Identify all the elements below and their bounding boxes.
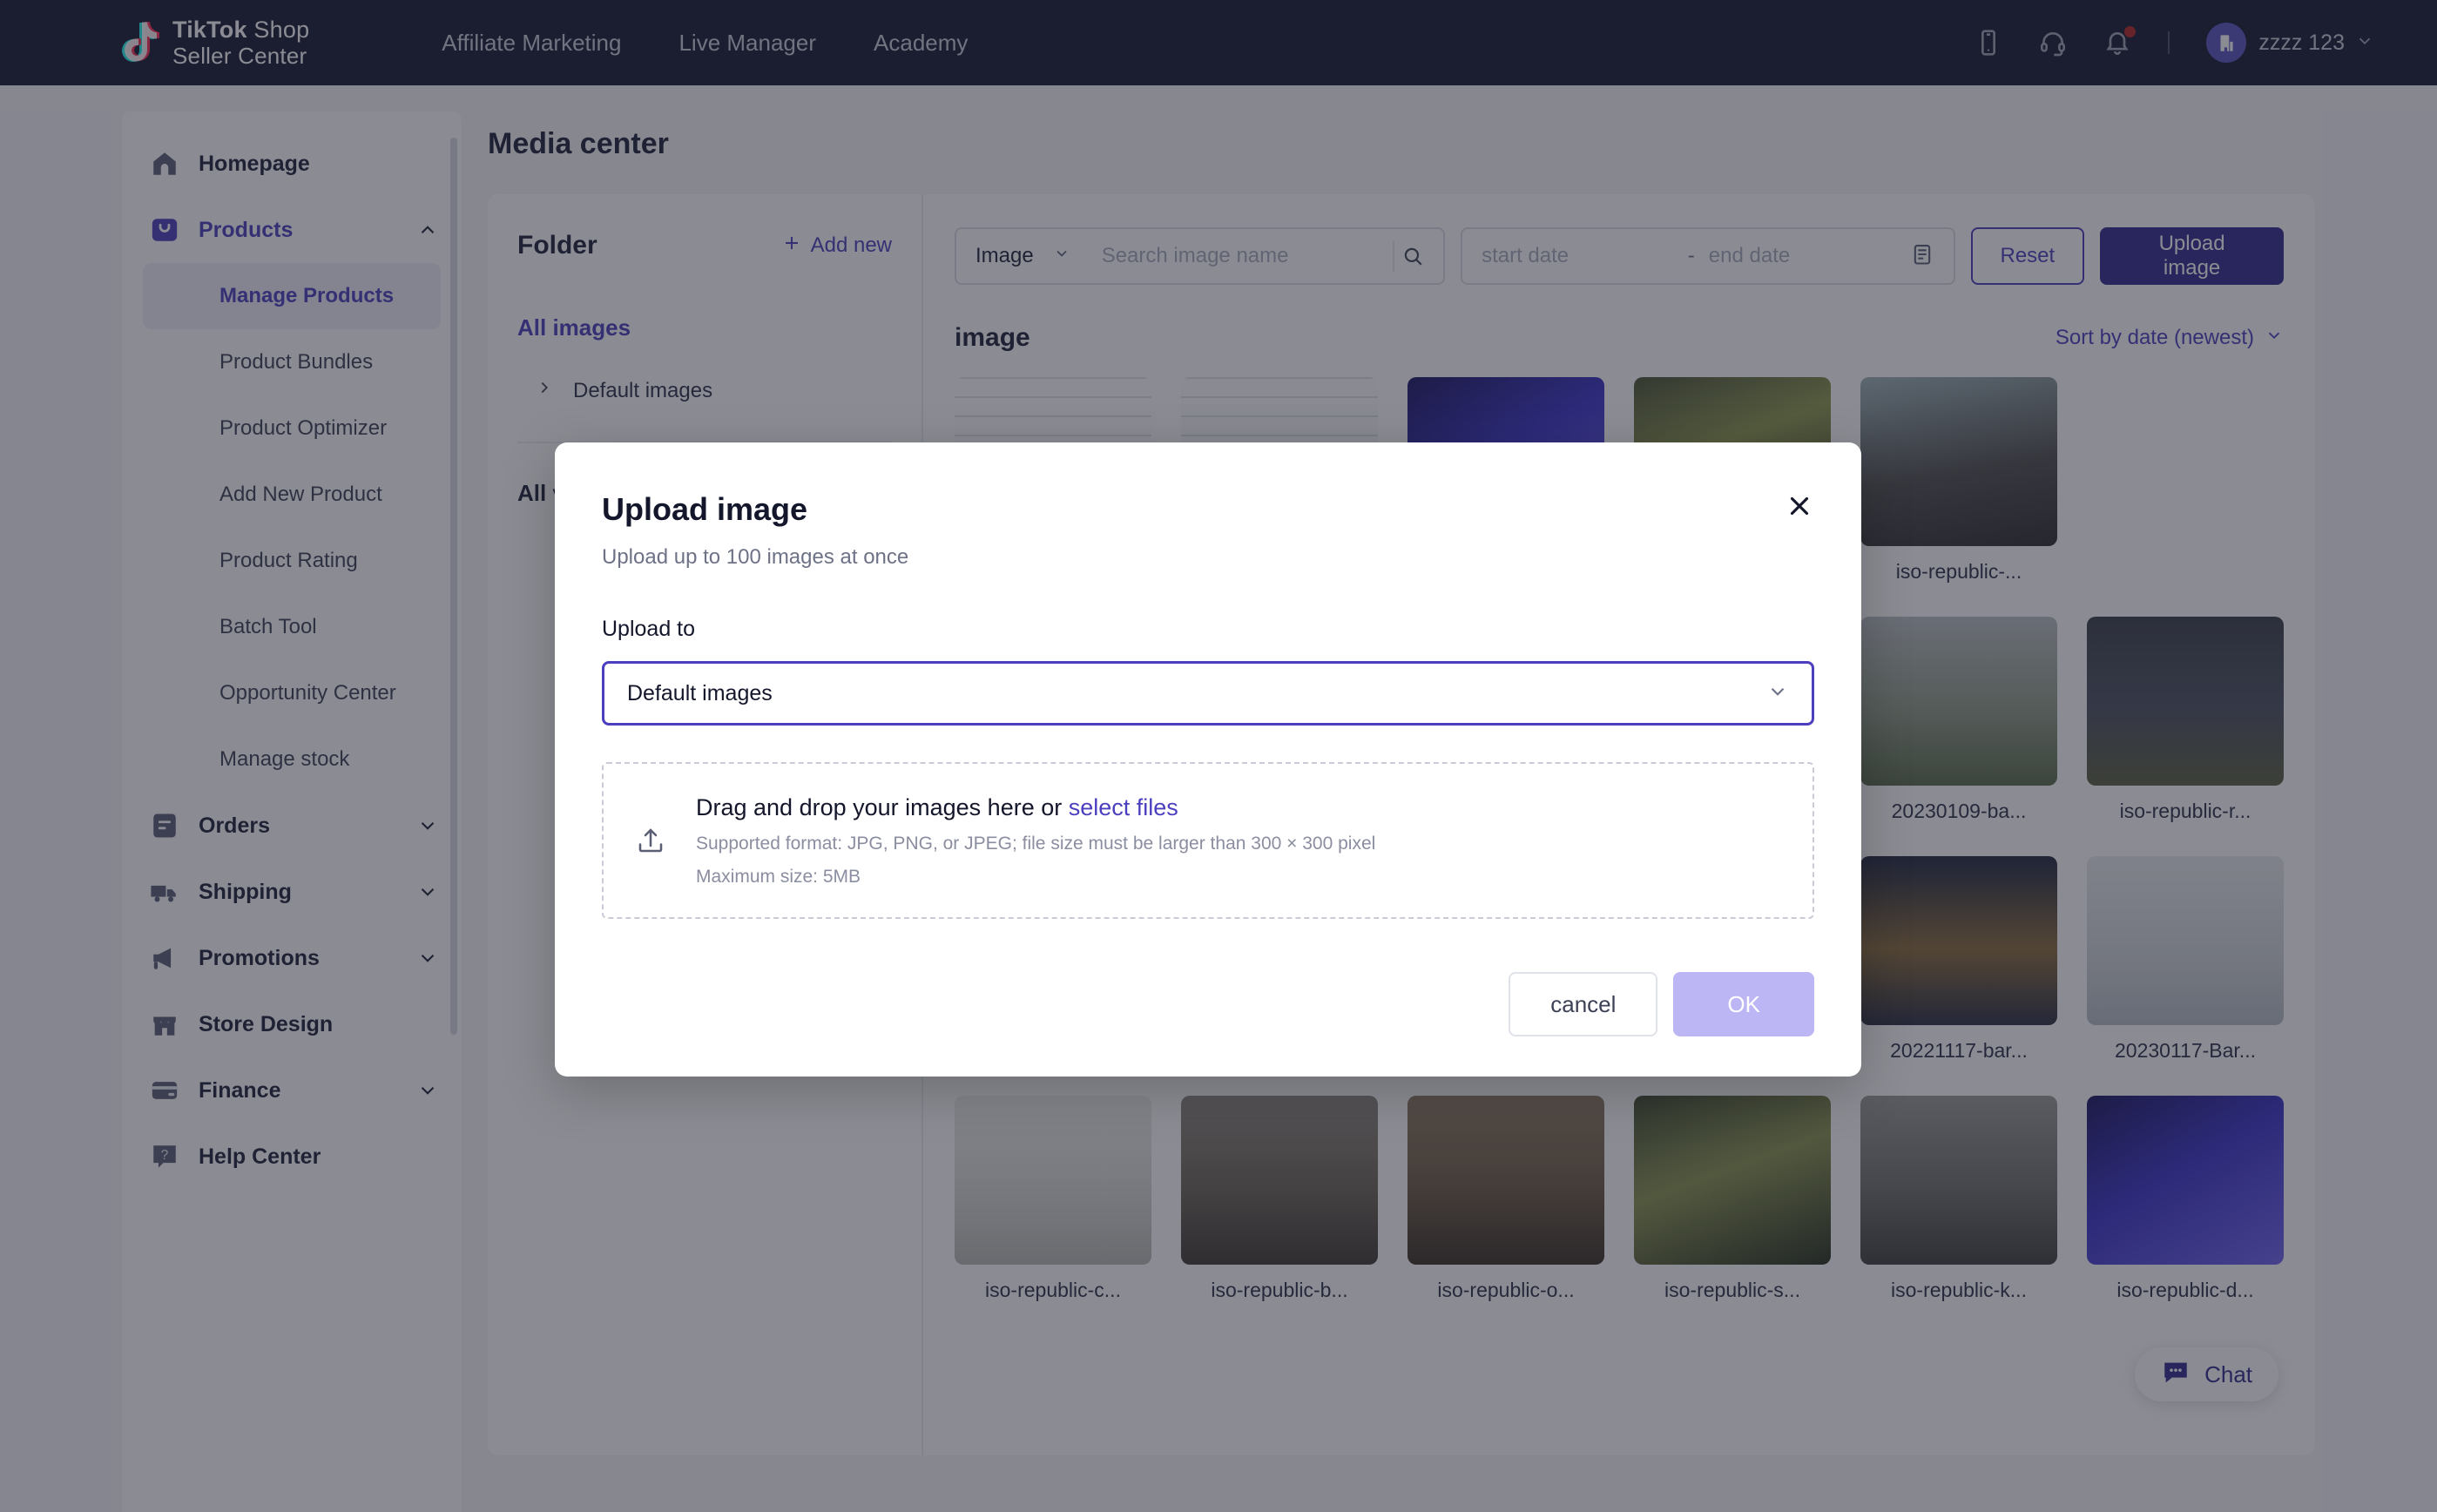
close-icon[interactable]	[1779, 486, 1819, 526]
dropzone-instruction: Drag and drop your images here or	[696, 794, 1062, 820]
dropzone-format-hint: Supported format: JPG, PNG, or JPEG; fil…	[696, 834, 1375, 854]
upload-to-select[interactable]: Default images	[602, 661, 1814, 726]
dropzone-size-hint: Maximum size: 5MB	[696, 867, 1375, 888]
upload-to-label: Upload to	[602, 617, 1814, 642]
ok-button[interactable]: OK	[1673, 972, 1814, 1036]
select-files-link[interactable]: select files	[1069, 794, 1178, 820]
dialog-subtitle: Upload up to 100 images at once	[602, 545, 1814, 570]
dialog-footer: cancel OK	[1509, 972, 1814, 1036]
file-dropzone[interactable]: Drag and drop your images here or select…	[602, 762, 1814, 919]
dialog-title: Upload image	[602, 491, 1814, 528]
upload-image-dialog: Upload image Upload up to 100 images at …	[555, 442, 1861, 1077]
cancel-button[interactable]: cancel	[1509, 972, 1657, 1036]
upload-icon	[635, 824, 666, 857]
upload-to-value: Default images	[627, 681, 1766, 706]
chevron-down-icon	[1766, 680, 1789, 707]
